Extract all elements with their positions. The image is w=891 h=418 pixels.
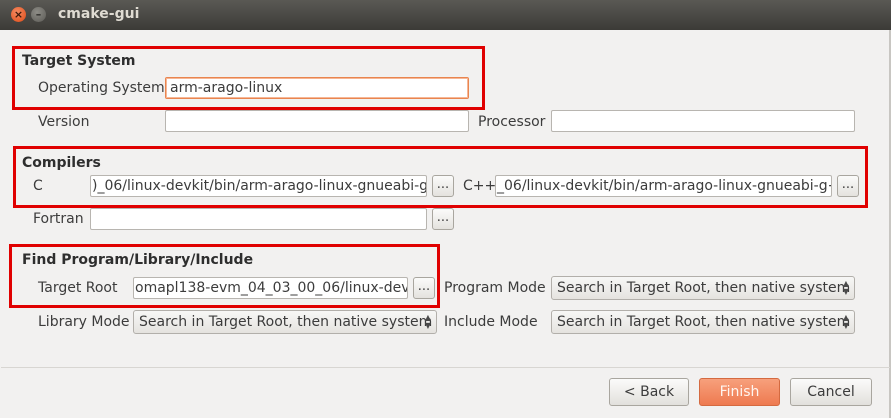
compilers-highlight <box>13 146 868 208</box>
button-separator <box>1 367 890 368</box>
close-window-icon[interactable]: × <box>11 7 26 22</box>
library-mode-select[interactable]: Search in Target Root, then native syste… <box>133 310 437 334</box>
version-input[interactable] <box>165 110 469 132</box>
fortran-compiler-label: Fortran <box>33 211 84 227</box>
fortran-compiler-input[interactable] <box>90 208 427 230</box>
program-mode-select[interactable]: Search in Target Root, then native syste… <box>551 276 855 300</box>
include-mode-select[interactable]: Search in Target Root, then native syste… <box>551 310 855 334</box>
back-button[interactable]: < Back <box>609 378 689 406</box>
minimize-window-icon[interactable]: – <box>31 7 46 22</box>
program-mode-label: Program Mode <box>444 280 546 296</box>
title-bar: × – cmake-gui <box>0 0 891 30</box>
chevron-updown-icon: ▲ ▼ <box>424 313 431 330</box>
chevron-updown-icon: ▲ ▼ <box>842 313 849 330</box>
find-highlight <box>9 244 440 308</box>
chevron-updown-icon: ▲ ▼ <box>842 279 849 296</box>
cancel-button[interactable]: Cancel <box>790 378 872 406</box>
processor-label: Processor <box>478 114 546 130</box>
window-title: cmake-gui <box>58 6 140 22</box>
finish-button[interactable]: Finish <box>699 378 780 406</box>
version-label: Version <box>38 114 90 130</box>
library-mode-label: Library Mode <box>38 314 130 330</box>
include-mode-label: Include Mode <box>444 314 538 330</box>
library-mode-value: Search in Target Root, then native syste… <box>139 314 433 330</box>
fortran-compiler-browse-button[interactable]: ... <box>432 208 454 230</box>
program-mode-value: Search in Target Root, then native syste… <box>557 280 851 296</box>
target-system-highlight <box>12 46 485 110</box>
include-mode-value: Search in Target Root, then native syste… <box>557 314 851 330</box>
processor-input[interactable] <box>551 110 855 132</box>
